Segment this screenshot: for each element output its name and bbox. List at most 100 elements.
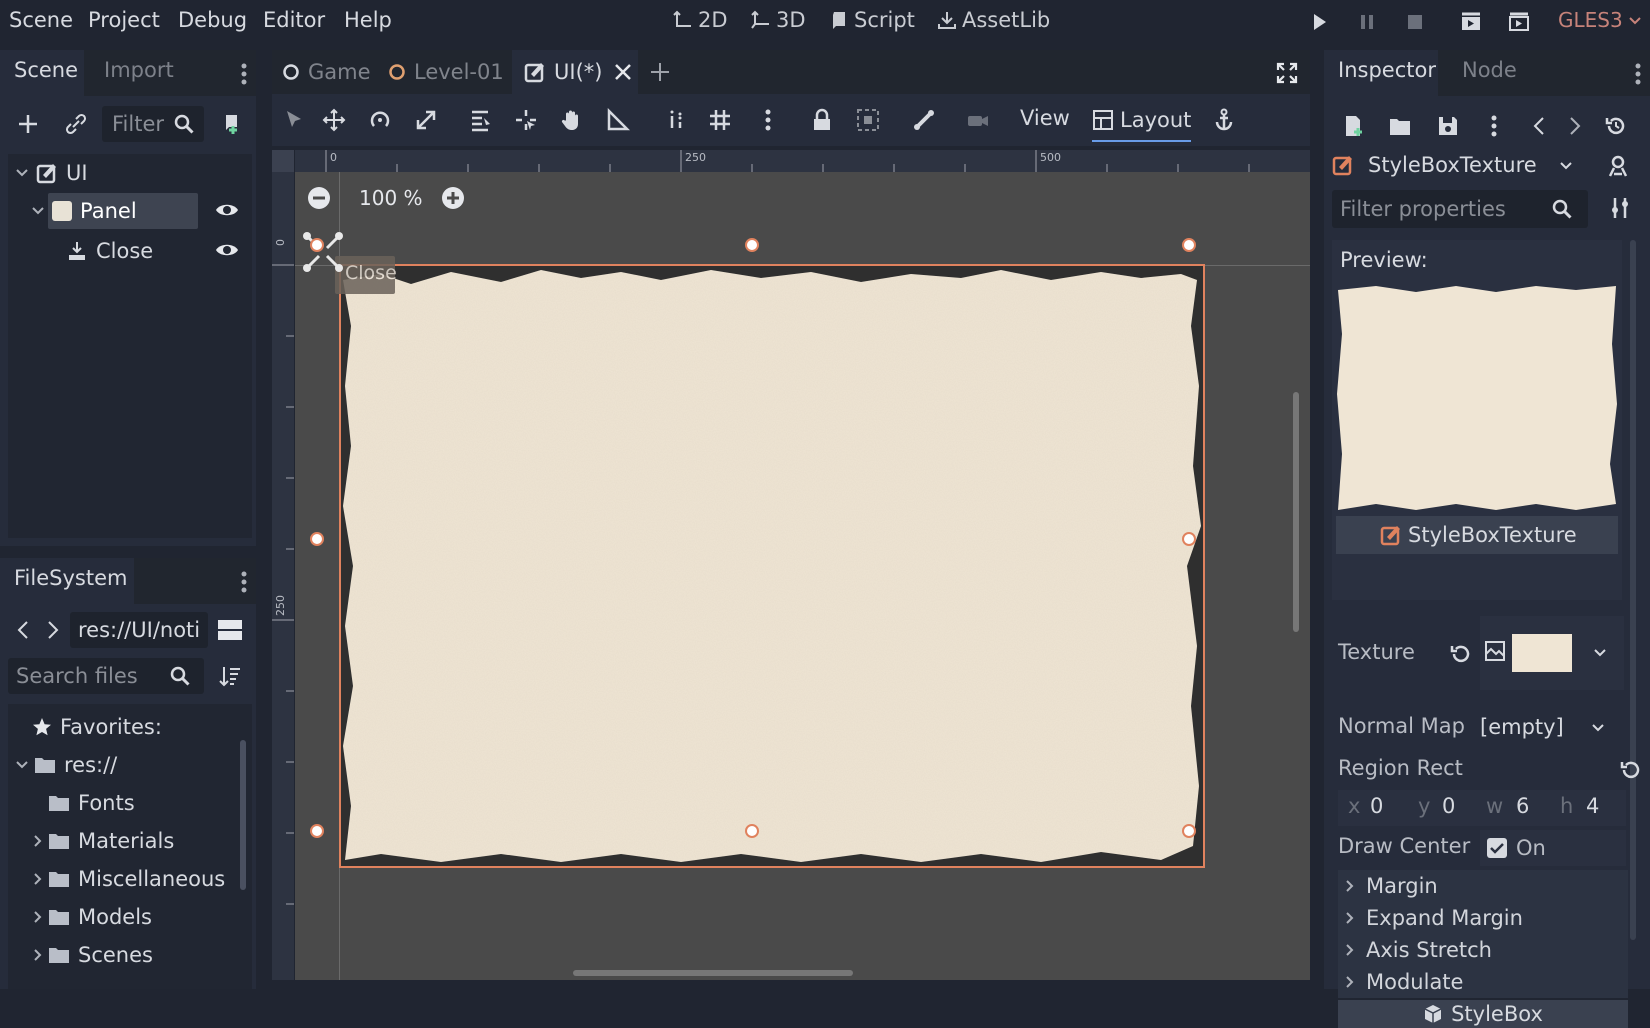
resize-handle-top[interactable] [745, 238, 759, 252]
open-folder-icon[interactable] [1388, 114, 1412, 138]
folder-scenes[interactable]: Scenes [32, 936, 153, 974]
resize-handle-bottom-right[interactable] [1182, 824, 1196, 838]
lock-icon[interactable] [810, 108, 834, 132]
revert-icon[interactable] [1448, 642, 1472, 666]
pan-tool-icon[interactable] [560, 108, 584, 132]
renderer-select[interactable]: GLES3 [1558, 8, 1643, 32]
attach-script-icon[interactable] [219, 112, 243, 136]
tab-game[interactable]: Game [282, 50, 371, 94]
pause-icon[interactable] [1356, 11, 1378, 33]
workspace-assetlib-button[interactable]: AssetLib [936, 8, 1050, 32]
scene-filter-input[interactable]: Filter [102, 106, 204, 142]
zoom-in-icon[interactable] [441, 186, 465, 210]
canvas-horizontal-scrollbar[interactable] [573, 970, 853, 976]
object-properties-icon[interactable] [1606, 154, 1630, 178]
ruler-top[interactable]: 0 250 500 [295, 150, 1310, 172]
draw-center-checkbox[interactable]: On [1480, 830, 1626, 866]
canvas-viewport[interactable]: 100 % Close [295, 172, 1310, 980]
menu-scene[interactable]: Scene [9, 8, 73, 32]
select-tool-icon[interactable] [282, 108, 306, 132]
stop-icon[interactable] [1404, 11, 1426, 33]
favorites-item[interactable]: Favorites: [32, 708, 162, 746]
snap-smart-icon[interactable] [664, 108, 688, 132]
menu-dots-icon[interactable] [240, 62, 248, 86]
section-expand-margin[interactable]: Expand Margin [1338, 902, 1628, 934]
tree-item-panel[interactable]: Panel [30, 192, 244, 230]
texture-field[interactable] [1480, 616, 1624, 690]
group-icon[interactable] [856, 108, 880, 132]
zoom-out-icon[interactable] [307, 186, 331, 210]
resize-handle-left[interactable] [310, 532, 324, 546]
layout-menu[interactable]: Layout [1092, 100, 1192, 142]
resize-handle-bottom-left[interactable] [310, 824, 324, 838]
split-view-icon[interactable] [218, 618, 242, 642]
folder-fonts[interactable]: Fonts [48, 784, 135, 822]
resource-selector[interactable]: StyleBoxTexture [1332, 146, 1584, 184]
ruler-tool-icon[interactable] [606, 108, 630, 132]
tab-ui[interactable]: UI(*) [512, 50, 638, 94]
close-icon[interactable] [614, 63, 632, 81]
region-x-input[interactable]: 0 [1370, 794, 1383, 818]
workspace-script-button[interactable]: Script [828, 8, 915, 32]
file-tree-scrollbar[interactable] [240, 740, 246, 890]
tab-filesystem[interactable]: FileSystem [0, 558, 134, 604]
history-back-icon[interactable] [1528, 114, 1552, 138]
tree-item-close[interactable]: Close [66, 232, 216, 270]
pivot-tool-icon[interactable] [514, 108, 538, 132]
menu-help[interactable]: Help [344, 8, 392, 32]
more-options-icon[interactable] [1482, 114, 1506, 138]
search-files-input[interactable]: Search files [8, 658, 204, 694]
ruler-left[interactable]: 0 250 [272, 150, 294, 980]
tab-inspector[interactable]: Inspector [1324, 50, 1438, 96]
canvas-vertical-scrollbar[interactable] [1293, 392, 1299, 632]
menu-debug[interactable]: Debug [178, 8, 247, 32]
play-custom-scene-icon[interactable] [1508, 11, 1530, 33]
sort-icon[interactable] [218, 664, 242, 688]
resize-handle-top-left[interactable] [310, 238, 324, 252]
play-icon[interactable] [1308, 11, 1330, 33]
bone-icon[interactable] [912, 108, 936, 132]
object-history-icon[interactable] [1604, 114, 1628, 138]
filter-properties-input[interactable]: Filter properties [1332, 190, 1588, 228]
folder-miscellaneous[interactable]: Miscellaneous [32, 860, 225, 898]
distraction-free-icon[interactable] [1276, 62, 1298, 84]
menu-project[interactable]: Project [88, 8, 160, 32]
resize-handle-top-right[interactable] [1182, 238, 1196, 252]
section-modulate[interactable]: Modulate [1338, 966, 1628, 998]
list-select-icon[interactable] [468, 108, 492, 132]
menu-dots-icon[interactable] [240, 570, 248, 594]
add-tab-icon[interactable] [650, 62, 670, 82]
tree-item-ui[interactable]: UI [14, 154, 244, 192]
path-input[interactable]: res://UI/noti [70, 612, 208, 648]
inspector-scrollbar[interactable] [1630, 240, 1636, 940]
play-scene-icon[interactable] [1460, 11, 1482, 33]
save-icon[interactable] [1436, 114, 1460, 138]
menu-editor[interactable]: Editor [263, 8, 325, 32]
view-menu[interactable]: View [1020, 106, 1070, 130]
section-margin[interactable]: Margin [1338, 870, 1628, 902]
stylebox-category[interactable]: StyleBox [1338, 1000, 1628, 1028]
snap-options-icon[interactable] [756, 108, 780, 132]
forward-icon[interactable] [40, 618, 64, 642]
folder-models[interactable]: Models [32, 898, 152, 936]
link-icon[interactable] [64, 112, 88, 136]
snap-grid-icon[interactable] [708, 108, 732, 132]
workspace-3d-button[interactable]: 3D [750, 8, 806, 32]
pivot-handle-icon[interactable] [299, 228, 347, 276]
visibility-eye-icon[interactable] [215, 198, 239, 222]
anchor-icon[interactable] [1212, 108, 1236, 132]
visibility-eye-icon[interactable] [215, 238, 239, 262]
workspace-2d-button[interactable]: 2D [672, 8, 728, 32]
resize-handle-bottom[interactable] [745, 824, 759, 838]
revert-icon[interactable] [1618, 758, 1642, 782]
rotate-tool-icon[interactable] [368, 108, 392, 132]
move-tool-icon[interactable] [322, 108, 346, 132]
menu-dots-icon[interactable] [1634, 62, 1642, 86]
zoom-level[interactable]: 100 % [359, 186, 423, 210]
new-resource-icon[interactable] [1342, 114, 1366, 138]
folder-res[interactable]: res:// [14, 746, 117, 784]
tab-level-01[interactable]: Level-01 [388, 50, 504, 94]
history-forward-icon[interactable] [1562, 114, 1586, 138]
region-w-input[interactable]: 6 [1516, 794, 1529, 818]
add-node-icon[interactable] [16, 112, 40, 136]
